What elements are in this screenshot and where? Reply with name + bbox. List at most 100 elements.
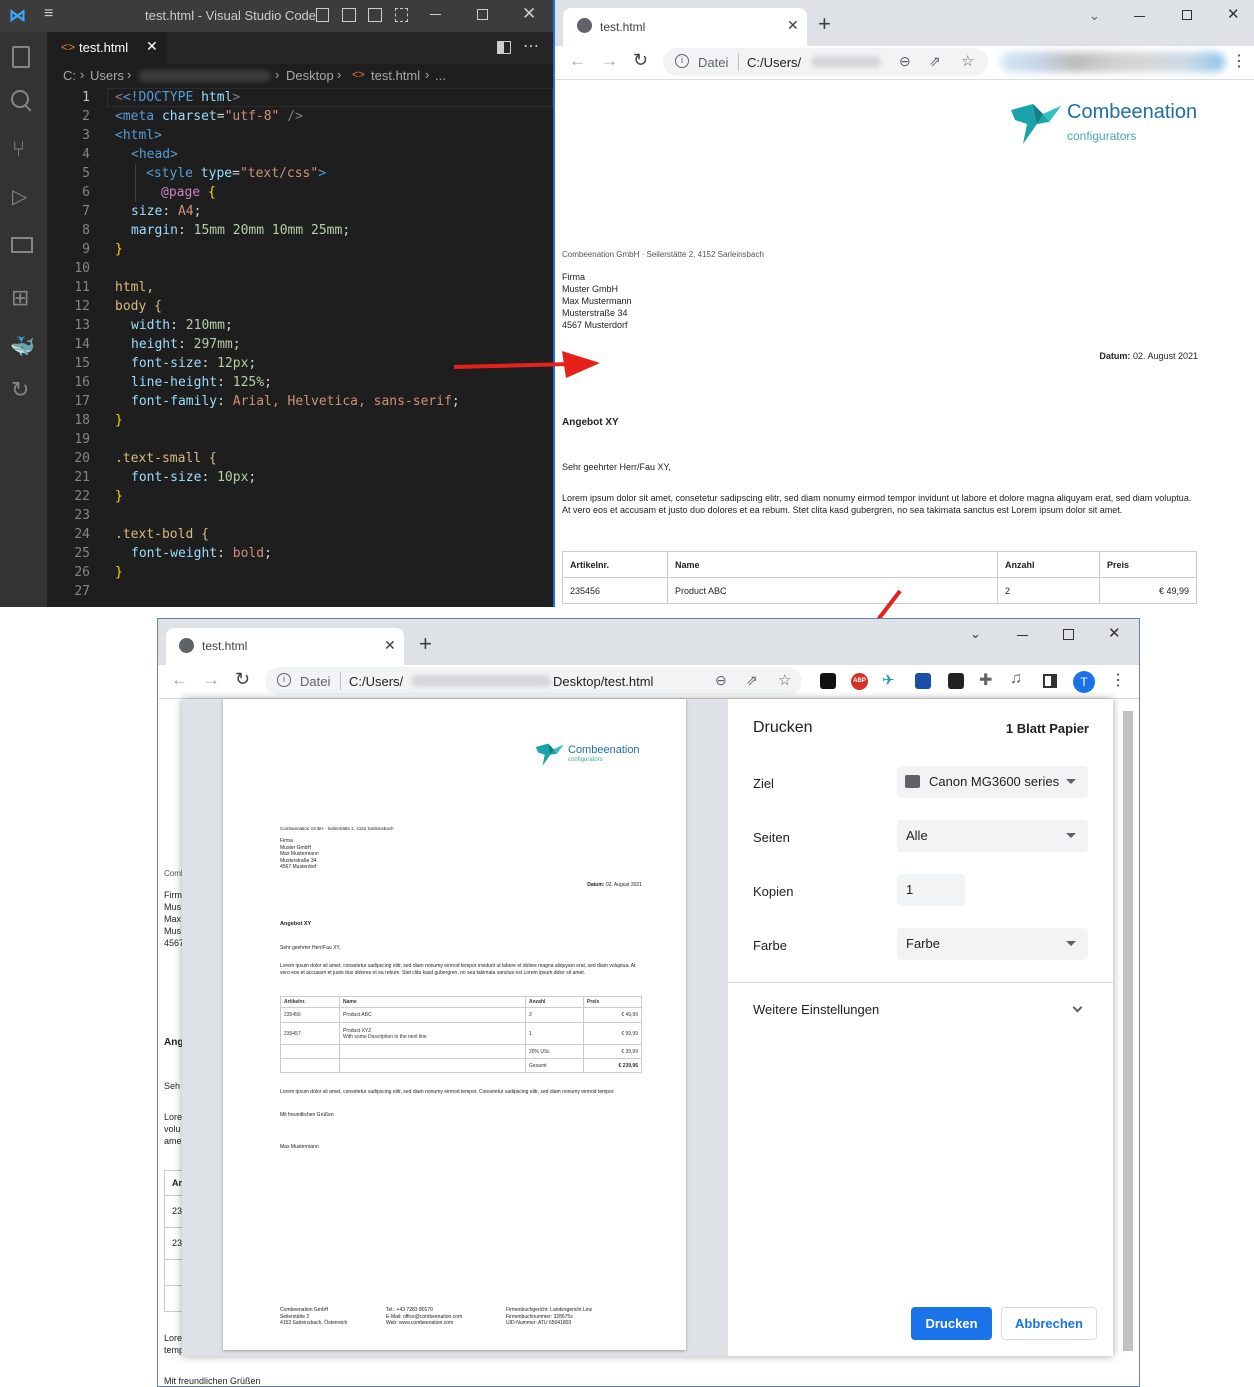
more-settings-toggle[interactable]: Weitere Einstellungen bbox=[728, 989, 1113, 1031]
toggle-secondary-sidebar-icon[interactable] bbox=[368, 8, 382, 22]
omnibox-path: C:/Users/ bbox=[349, 674, 404, 689]
tab-close-icon[interactable]: ✕ bbox=[787, 17, 799, 34]
cancel-button[interactable]: Abbrechen bbox=[1001, 1307, 1097, 1340]
extensions-puzzle-icon[interactable]: ✚ bbox=[979, 670, 992, 690]
print-button[interactable]: Drucken bbox=[911, 1307, 992, 1340]
extension-dark-icon[interactable] bbox=[820, 673, 836, 689]
scrollbar[interactable] bbox=[1123, 711, 1133, 1351]
signature: Max Mustermann bbox=[280, 1144, 319, 1150]
breadcrumb-file[interactable]: test.html bbox=[371, 68, 420, 83]
code-line: } bbox=[115, 413, 123, 428]
cell-name: Product ABC bbox=[339, 1007, 526, 1023]
destination-select[interactable]: Canon MG3600 series bbox=[897, 766, 1088, 798]
bookmark-star-icon[interactable]: ☆ bbox=[961, 52, 974, 70]
tab-close-icon[interactable]: ✕ bbox=[146, 38, 158, 55]
code-editor[interactable]: 1 2 3 4 5 6 7 8 9 10 11 12 13 14 15 16 1… bbox=[47, 88, 553, 607]
menu-icon[interactable]: ≡ bbox=[44, 5, 53, 23]
column-header: Anzahl bbox=[525, 996, 584, 1008]
breadcrumb-desktop[interactable]: Desktop bbox=[286, 68, 334, 83]
tab-close-icon[interactable]: ✕ bbox=[384, 637, 396, 654]
reload-icon[interactable]: ↻ bbox=[633, 50, 648, 71]
side-panel-icon[interactable] bbox=[1043, 674, 1057, 688]
zoom-icon[interactable]: ⊖ bbox=[715, 672, 727, 689]
line-number: 27 bbox=[74, 584, 90, 599]
date-line: Datum: 02. August 2021 bbox=[1099, 350, 1198, 362]
layout-icon[interactable] bbox=[395, 8, 408, 22]
minimize-icon[interactable] bbox=[430, 14, 441, 15]
forward-icon[interactable]: → bbox=[203, 670, 220, 690]
bookmark-star-icon[interactable]: ☆ bbox=[778, 671, 791, 689]
column-header: Name bbox=[667, 551, 998, 578]
tax-row: 20% USt. € 39,99 bbox=[280, 1044, 642, 1059]
omnibox[interactable]: i Datei C:/Users/ Desktop/test.html ⊖ ⇗ … bbox=[265, 667, 802, 695]
new-tab-icon[interactable]: + bbox=[818, 11, 831, 37]
bg-text: Ang bbox=[164, 1037, 184, 1048]
address-line: Muster GmbH bbox=[562, 284, 619, 294]
maximize-icon[interactable] bbox=[1063, 629, 1074, 640]
explorer-icon[interactable] bbox=[12, 46, 30, 68]
remote-explorer-icon[interactable] bbox=[11, 237, 33, 253]
extension-blue-icon[interactable] bbox=[915, 673, 931, 689]
code-line: } bbox=[115, 489, 123, 504]
browser-tab[interactable]: test.html ✕ bbox=[563, 8, 807, 46]
menu-dots-icon[interactable]: ⋮ bbox=[1231, 51, 1247, 71]
vscode-logo-icon: ⋈ bbox=[9, 6, 26, 25]
minimize-icon[interactable] bbox=[1017, 635, 1028, 636]
breadcrumb-drive[interactable]: C: bbox=[63, 68, 76, 83]
live-share-icon[interactable]: ↻ bbox=[11, 377, 29, 403]
color-select[interactable]: Farbe bbox=[897, 928, 1088, 960]
adblock-icon[interactable]: ABP bbox=[851, 673, 868, 690]
more-actions-icon[interactable]: ⋯ bbox=[523, 36, 539, 56]
copies-input[interactable]: 1 bbox=[897, 874, 965, 906]
code-line: width: 210mm; bbox=[131, 318, 233, 333]
total-label: Gesamt bbox=[525, 1058, 584, 1073]
address-line: Max Mustermann bbox=[562, 296, 632, 306]
back-icon[interactable]: ← bbox=[569, 51, 586, 71]
maximize-icon[interactable] bbox=[477, 9, 488, 20]
omnibox[interactable]: i Datei C:/Users/ ⊖ ⇗ ☆ bbox=[663, 48, 988, 76]
extensions-icon[interactable]: ⊞ bbox=[11, 285, 29, 311]
chevron-right-icon: › bbox=[275, 67, 280, 82]
close-icon[interactable]: ✕ bbox=[1227, 5, 1240, 23]
media-icon[interactable]: ♫ bbox=[1010, 670, 1022, 688]
info-icon[interactable]: i bbox=[277, 673, 291, 687]
share-icon[interactable]: ⇗ bbox=[746, 672, 758, 689]
minimize-icon[interactable] bbox=[1134, 16, 1145, 17]
pages-select[interactable]: Alle bbox=[897, 820, 1088, 852]
toggle-panel-icon[interactable] bbox=[342, 8, 356, 22]
docker-icon[interactable]: 🐳 bbox=[10, 334, 35, 359]
zoom-icon[interactable]: ⊖ bbox=[899, 53, 911, 70]
cell-qty: 1 bbox=[525, 1022, 584, 1045]
pages-value: Alle bbox=[906, 828, 928, 843]
maximize-icon[interactable] bbox=[1182, 10, 1192, 20]
source-control-icon[interactable]: ⑂ bbox=[12, 136, 25, 162]
cell-nr: 235457 bbox=[280, 1022, 340, 1045]
info-icon[interactable]: i bbox=[675, 54, 689, 68]
bg-text: temp bbox=[164, 1345, 185, 1355]
forward-icon[interactable]: → bbox=[601, 51, 618, 71]
breadcrumb-more[interactable]: ... bbox=[435, 68, 446, 83]
preview-page: Combeenation configurators Combeenation … bbox=[223, 699, 686, 1350]
cell-qty: 2 bbox=[997, 577, 1100, 604]
tab-search-icon[interactable]: ⌄ bbox=[970, 626, 981, 642]
product-description: With some Description in the next line bbox=[343, 1033, 427, 1040]
table-row: 235456 Product ABC 2 € 49,99 bbox=[280, 1007, 642, 1023]
new-tab-icon[interactable]: + bbox=[419, 631, 432, 657]
share-icon[interactable]: ⇗ bbox=[929, 53, 941, 70]
tab-test-html[interactable]: <> test.html ✕ bbox=[47, 32, 167, 64]
back-icon[interactable]: ← bbox=[171, 670, 188, 690]
browser-tab[interactable]: test.html ✕ bbox=[166, 628, 404, 665]
table-header-row: Artikelnr. Name Anzahl Preis bbox=[280, 996, 642, 1008]
toggle-sidebar-icon[interactable] bbox=[316, 8, 329, 22]
combeenation-extension-icon[interactable]: ✈ bbox=[882, 671, 895, 689]
split-editor-icon[interactable] bbox=[497, 41, 511, 54]
profile-avatar[interactable]: T bbox=[1073, 671, 1095, 693]
breadcrumb-users[interactable]: Users bbox=[90, 68, 124, 83]
menu-dots-icon[interactable]: ⋮ bbox=[1110, 670, 1126, 690]
close-icon[interactable]: ✕ bbox=[1108, 624, 1121, 642]
extension-search-icon[interactable] bbox=[948, 673, 964, 689]
close-icon[interactable]: ✕ bbox=[522, 4, 536, 24]
reload-icon[interactable]: ↻ bbox=[235, 669, 250, 690]
tab-search-icon[interactable]: ⌄ bbox=[1089, 8, 1100, 24]
run-debug-icon[interactable]: ▷ bbox=[12, 184, 27, 209]
